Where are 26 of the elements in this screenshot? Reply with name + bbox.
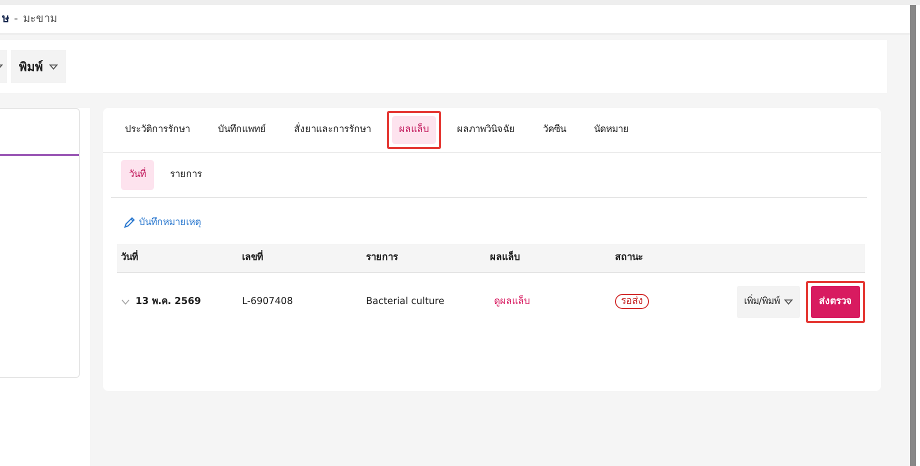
column-header: ผลแล็บ bbox=[490, 250, 521, 264]
note-link[interactable]: บันทึกหมายเหตุ bbox=[123, 216, 201, 230]
subtab[interactable]: วันที่ bbox=[121, 160, 154, 190]
tab[interactable]: บันทึกแพทย์ bbox=[211, 116, 273, 144]
tab[interactable]: สั่งยาและการรักษา bbox=[287, 116, 378, 144]
tab[interactable]: วัคซีน bbox=[536, 116, 573, 144]
column-header: เลขที่ bbox=[242, 250, 264, 264]
toolbar-button[interactable]: พิมพ์ bbox=[11, 50, 66, 83]
table-cell-text: Bacterial culture bbox=[366, 294, 446, 308]
tab[interactable]: ประวัติการรักษา bbox=[118, 116, 197, 144]
column-header: สถานะ bbox=[615, 250, 644, 264]
action-button[interactable]: เพิ่ม/พิมพ์ bbox=[736, 286, 800, 318]
action-button[interactable]: ส่งตรวจ bbox=[811, 286, 860, 318]
table-cell-text: L-6907408 bbox=[242, 294, 294, 308]
tab[interactable]: นัดหมาย bbox=[587, 116, 636, 144]
location-name: มะขาม bbox=[22, 11, 57, 28]
subtab[interactable]: รายการ bbox=[162, 160, 210, 190]
table-cell-text: 13 พ.ค. 2569 bbox=[136, 294, 201, 308]
status-badge: รอส่ง bbox=[615, 294, 649, 309]
tab[interactable]: ผลภาพวินิจฉัย bbox=[450, 116, 522, 144]
patient-name: ษ bbox=[1, 11, 9, 28]
separator: - bbox=[14, 11, 18, 28]
tab[interactable]: ผลแล็บ bbox=[392, 116, 436, 144]
column-header: รายการ bbox=[366, 250, 399, 264]
result-link[interactable]: ดูผลแล็บ bbox=[490, 294, 530, 309]
column-header: วันที่ bbox=[120, 250, 139, 264]
